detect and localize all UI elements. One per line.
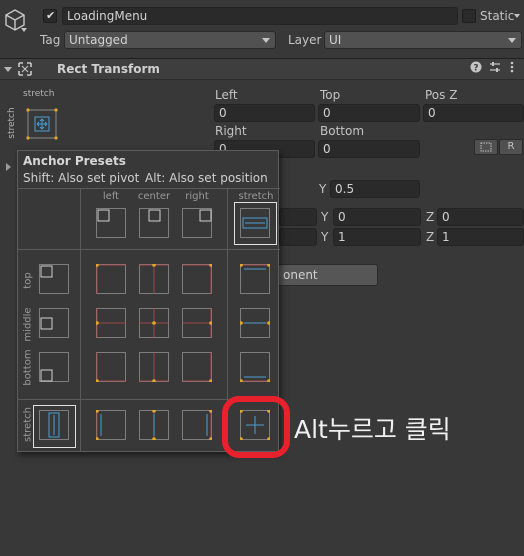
row-label-top: top bbox=[22, 272, 34, 289]
layer-value: UI bbox=[329, 33, 342, 47]
anchor-column-center-icon bbox=[139, 208, 169, 238]
rect-transform-header[interactable]: Rect Transform ? bbox=[0, 58, 524, 80]
alt-hint: Alt: Also set position bbox=[145, 171, 268, 185]
row-preset-stretch[interactable] bbox=[39, 410, 69, 440]
col-label-stretch: stretch bbox=[238, 191, 274, 202]
anchor-preset-top-right[interactable] bbox=[182, 263, 213, 294]
posz-field[interactable]: 0 bbox=[423, 104, 524, 122]
anchor-column-right-icon bbox=[182, 208, 212, 238]
more-menu-icon[interactable] bbox=[510, 61, 514, 76]
anchor-preset-button[interactable] bbox=[24, 106, 60, 142]
posz-label: Pos Z bbox=[425, 88, 458, 102]
presets-sliders-icon[interactable] bbox=[489, 61, 501, 76]
col-label-center: center bbox=[137, 191, 171, 202]
anchor-preset-middle-right[interactable] bbox=[182, 308, 213, 338]
anchor-preset-bottom-left[interactable] bbox=[95, 352, 126, 383]
anchor-preset-stretch-right[interactable] bbox=[182, 409, 213, 441]
object-name-field[interactable]: LoadingMenu bbox=[62, 7, 458, 25]
bottom-label: Bottom bbox=[320, 124, 365, 138]
highlight-ring bbox=[222, 396, 290, 458]
left-label: Left bbox=[215, 88, 238, 102]
anchor-preset-top-left[interactable] bbox=[95, 263, 126, 294]
gameobject-icon-dropdown-caret[interactable] bbox=[21, 28, 27, 32]
rotation-y-label: Y bbox=[321, 210, 329, 224]
anchor-preset-stretch-left[interactable] bbox=[95, 409, 126, 441]
anchor-presets-title: Anchor Presets bbox=[23, 154, 126, 168]
active-checkbox[interactable]: ✔ bbox=[43, 9, 57, 23]
foldout-collapsed-arrow-icon[interactable] bbox=[6, 163, 11, 171]
top-field[interactable]: 0 bbox=[318, 104, 420, 122]
raw-edit-button[interactable]: R bbox=[499, 139, 523, 155]
rect-transform-title: Rect Transform bbox=[57, 62, 160, 76]
row-preset-middle[interactable] bbox=[39, 308, 69, 338]
left-field[interactable]: 0 bbox=[214, 104, 315, 122]
column-preset-right[interactable] bbox=[182, 208, 212, 238]
anchor-preset-bottom-right[interactable] bbox=[182, 352, 213, 383]
annotation-text: Alt누르고 클릭 bbox=[294, 415, 451, 444]
col-label-right: right bbox=[185, 191, 209, 202]
rotation-y-field[interactable]: 0 bbox=[333, 208, 421, 226]
anchor-preset-bottom-stretch[interactable] bbox=[239, 352, 271, 383]
chevron-down-icon bbox=[262, 38, 270, 43]
rotation-z-field[interactable]: 0 bbox=[437, 208, 524, 226]
rotation-z-label: Z bbox=[426, 210, 435, 224]
anchor-column-stretch-icon bbox=[240, 208, 270, 238]
anchor-preset-middle-left[interactable] bbox=[95, 308, 126, 338]
anchor-preset-stretch-center[interactable] bbox=[139, 409, 169, 441]
anchor-preset-top-center[interactable] bbox=[139, 263, 169, 294]
column-preset-stretch[interactable] bbox=[240, 208, 270, 238]
anchor-horizontal-label: stretch bbox=[23, 89, 55, 99]
row-preset-top[interactable] bbox=[39, 264, 69, 294]
static-dropdown-caret[interactable] bbox=[514, 14, 520, 18]
pivot-y-field[interactable]: 0.5 bbox=[330, 180, 420, 198]
column-preset-left[interactable] bbox=[96, 208, 126, 238]
row-label-stretch: stretch bbox=[22, 407, 34, 442]
scale-y-label: Y bbox=[321, 230, 329, 244]
shift-hint: Shift: Also set pivot bbox=[23, 171, 140, 185]
tag-dropdown[interactable]: Untagged bbox=[64, 31, 276, 49]
top-label: Top bbox=[320, 88, 341, 102]
header-divider-h2 bbox=[18, 249, 280, 250]
rotation-x-field-partial[interactable] bbox=[279, 208, 317, 226]
chevron-down-icon bbox=[508, 38, 516, 43]
pivot-y-label: Y bbox=[319, 182, 327, 196]
anchor-preset-bottom-center[interactable] bbox=[139, 352, 169, 383]
anchor-vertical-label: stretch bbox=[7, 107, 17, 139]
tag-value: Untagged bbox=[69, 33, 128, 47]
foldout-arrow-icon[interactable] bbox=[4, 67, 12, 72]
row-preset-bottom[interactable] bbox=[39, 352, 69, 382]
right-label: Right bbox=[215, 124, 247, 138]
checkmark-icon: ✔ bbox=[46, 9, 56, 22]
layer-label: Layer bbox=[288, 33, 322, 47]
col-label-left: left bbox=[102, 191, 120, 202]
bottom-field[interactable]: 0 bbox=[318, 140, 420, 158]
add-component-label: onent bbox=[283, 268, 318, 282]
static-checkbox[interactable] bbox=[462, 9, 476, 23]
svg-text:?: ? bbox=[473, 64, 478, 74]
tag-label: Tag bbox=[40, 33, 61, 47]
anchor-column-left-icon bbox=[96, 208, 126, 238]
blueprint-mode-button[interactable] bbox=[474, 139, 498, 155]
header-divider-h bbox=[18, 188, 280, 189]
scale-z-field[interactable]: 1 bbox=[437, 228, 524, 246]
help-icon[interactable]: ? bbox=[470, 61, 482, 76]
anchor-preset-middle-center[interactable] bbox=[139, 308, 169, 338]
row-label-bottom: bottom bbox=[22, 349, 34, 386]
rect-transform-icon bbox=[18, 62, 32, 79]
scale-x-field-partial[interactable] bbox=[279, 228, 317, 246]
scale-z-label: Z bbox=[426, 230, 435, 244]
anchor-preset-middle-stretch[interactable] bbox=[239, 308, 271, 338]
scale-y-field[interactable]: 1 bbox=[333, 228, 421, 246]
layer-dropdown[interactable]: UI bbox=[324, 31, 522, 49]
column-preset-center[interactable] bbox=[139, 208, 169, 238]
static-label: Static bbox=[480, 9, 515, 23]
anchor-preset-top-stretch[interactable] bbox=[239, 263, 271, 294]
header-divider-v bbox=[80, 188, 81, 452]
